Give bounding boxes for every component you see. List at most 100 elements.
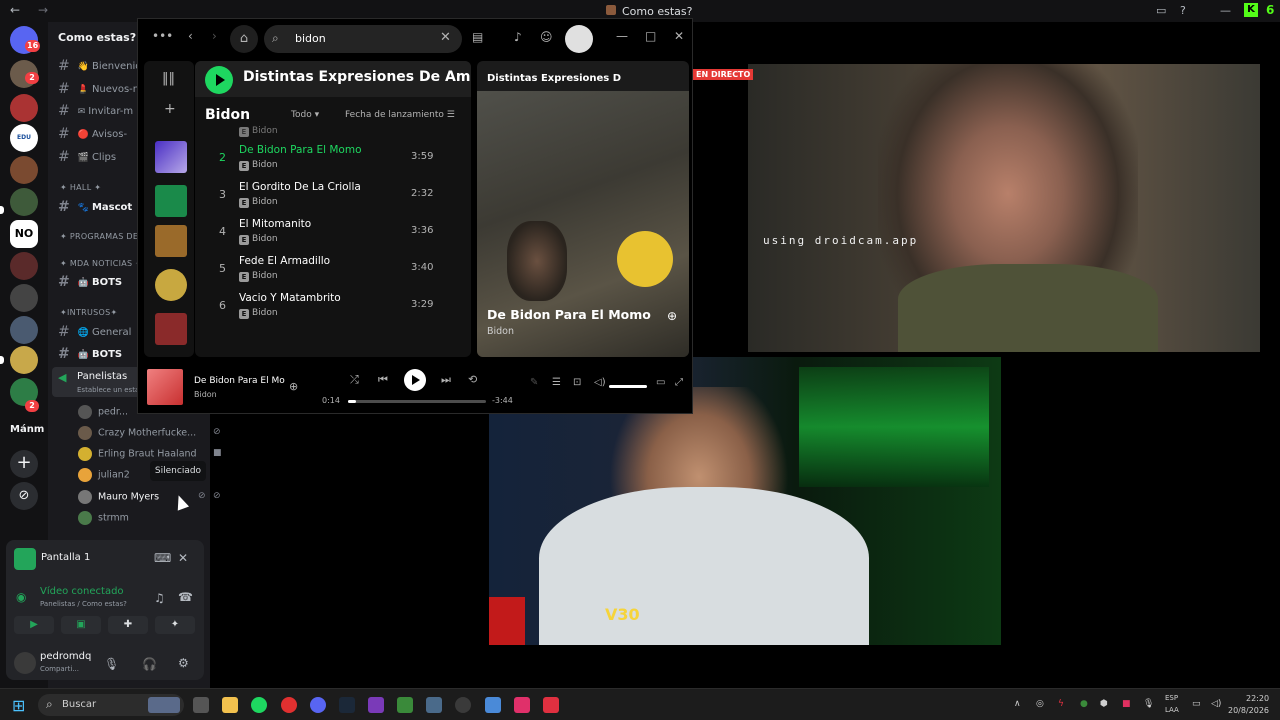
artist-heading[interactable]: Bidon [205,107,250,123]
channel-item[interactable]: # 🤖 BOTS [58,274,122,290]
tray-expand-icon[interactable]: ∧ [1014,699,1021,709]
channel-item[interactable]: # 🎬 Clips [58,149,116,165]
minimize-icon[interactable]: — [1220,4,1231,17]
np-artist[interactable]: Bidon [487,326,514,337]
channel-item[interactable]: # 🤖 BOTS [58,346,122,362]
clock-date[interactable]: 20/8/2026 [1228,706,1269,715]
server-icon[interactable] [10,156,38,184]
inbox-icon[interactable]: ▭ [1156,4,1166,17]
server-edu[interactable]: EDU [10,124,38,152]
server-name[interactable]: Como estas? ⌄ [58,31,149,44]
play-button[interactable] [404,369,426,391]
repeat-icon[interactable]: ⟲ [468,373,477,386]
next-icon[interactable]: ⏭ [441,373,451,387]
fullscreen-icon[interactable]: ⤢ [675,377,683,388]
channel-item[interactable]: # ✉ Invitar-m [58,103,133,119]
stop-stream-icon[interactable]: ✕ [178,551,188,565]
track-row[interactable]: 6 Vacio Y Matambrito E Bidon 3:29 [195,289,471,325]
tiktok-icon[interactable] [514,697,530,713]
liked-songs-icon[interactable] [155,141,187,173]
queue-icon[interactable]: ☰ [552,377,561,388]
tray-app-icon[interactable]: ■ [1122,699,1131,709]
tray-app-icon[interactable]: ◎ [1036,699,1044,709]
volume-slider[interactable] [609,385,647,388]
server-man[interactable]: Mánm [10,424,44,435]
voice-user[interactable]: pedr... [78,405,128,419]
forward-icon[interactable]: › [212,29,217,43]
filter-dropdown[interactable]: Todo ▾ [291,110,319,120]
saved-episodes-icon[interactable] [155,185,187,217]
maximize-icon[interactable]: □ [645,29,656,43]
soundboard-button[interactable]: ✦ [155,616,195,634]
lyrics-icon[interactable]: ✎ [530,377,538,388]
search-input[interactable]: ⌕ bidon ✕ [264,25,462,53]
sort-dropdown[interactable]: Fecha de lanzamiento ☰ [345,110,455,120]
np-title[interactable]: De Bidon Para El Momo [487,307,651,322]
task-view-icon[interactable] [193,697,209,713]
opera-icon[interactable] [281,697,297,713]
app-icon[interactable] [543,697,559,713]
play-album-button[interactable] [205,66,233,94]
channel-item[interactable]: # 👋 Bienvenid [58,58,142,74]
kick-icon[interactable]: K [1244,3,1258,17]
server-icon[interactable] [10,284,38,312]
microphone-icon[interactable]: 🎙 [104,657,119,671]
taskbar-search[interactable]: ⌕ Buscar [38,694,184,716]
playlist-cover[interactable] [155,313,187,345]
category-intrusos[interactable]: ✦INTRUSOS✦ [60,308,118,317]
channel-item[interactable]: # 💄 Nuevos-m [58,81,143,97]
browse-icon[interactable]: ▤ [472,30,483,44]
track-row[interactable]: 5 Fede El Armadillo E Bidon 3:40 [195,252,471,288]
app-icon[interactable] [485,697,501,713]
gamepad-icon[interactable]: ⌨ [154,551,171,565]
close-icon[interactable]: ✕ [674,29,684,43]
category-programas[interactable]: ✦ PROGRAMAS DE C [60,232,147,241]
disconnect-icon[interactable]: ☎ [178,590,193,604]
add-to-library-icon[interactable]: ⊕ [289,380,298,393]
back-icon[interactable]: ‹ [188,29,193,43]
voice-user[interactable]: Erling Braut Haaland ■ [78,447,222,461]
shuffle-icon[interactable]: ⤮ [350,373,359,387]
obs-icon[interactable] [455,697,471,713]
player-cover[interactable] [147,369,183,405]
player-title[interactable]: De Bidon Para El Mo [194,376,285,386]
friends-icon[interactable]: ☺ [540,30,553,44]
track-row[interactable]: 2 De Bidon Para El Momo E Bidon 3:59 [195,141,471,177]
help-icon[interactable]: ? [1180,4,1186,17]
spotify-icon[interactable] [251,697,267,713]
app-icon[interactable] [368,697,384,713]
server-icon[interactable] [10,252,38,280]
back-arrow-icon[interactable]: ← [10,3,20,17]
discord-icon[interactable] [310,697,326,713]
camera-button[interactable]: ▶ [14,616,54,634]
language-bottom[interactable]: LAA [1165,706,1179,714]
voice-user[interactable]: julian2 [78,468,130,482]
volume-icon[interactable]: ◁) [594,377,606,388]
clock-time[interactable]: 22:20 [1246,694,1269,703]
tray-app-icon[interactable]: ϟ [1058,699,1064,709]
device-icon[interactable]: ⊡ [573,377,581,388]
home-icon[interactable]: ⌂ [230,25,258,53]
player-artist[interactable]: Bidon [194,390,217,399]
activities-button[interactable]: ✚ [108,616,148,634]
miniplayer-icon[interactable]: ▭ [656,377,665,388]
previous-icon[interactable]: ⏮ [378,373,388,387]
server-icon[interactable] [10,188,38,216]
track-row[interactable]: 4 El Mitomanito E Bidon 3:36 [195,215,471,251]
add-server-icon[interactable]: + [10,450,38,478]
voice-user[interactable]: Mauro Myers ⊘ ⊘ [78,490,221,504]
add-to-library-icon[interactable]: ⊕ [667,309,677,323]
playlist-cover[interactable] [155,225,187,257]
tray-app-icon[interactable]: ⬢ [1100,699,1108,709]
network-icon[interactable]: ▭ [1192,699,1201,709]
tray-app-icon[interactable]: ● [1080,699,1088,709]
clear-icon[interactable]: ✕ [440,30,451,45]
channel-item[interactable]: # 🌐 General [58,324,131,340]
server-icon[interactable] [10,94,38,122]
voice-user[interactable]: strmm [78,511,129,525]
minecraft-icon[interactable] [397,697,413,713]
library-icon[interactable]: ‖‖ [162,71,175,86]
share-screen-button[interactable]: ▣ [61,616,101,634]
bell-icon[interactable]: ♪ [514,30,522,44]
language-top[interactable]: ESP [1165,694,1178,702]
